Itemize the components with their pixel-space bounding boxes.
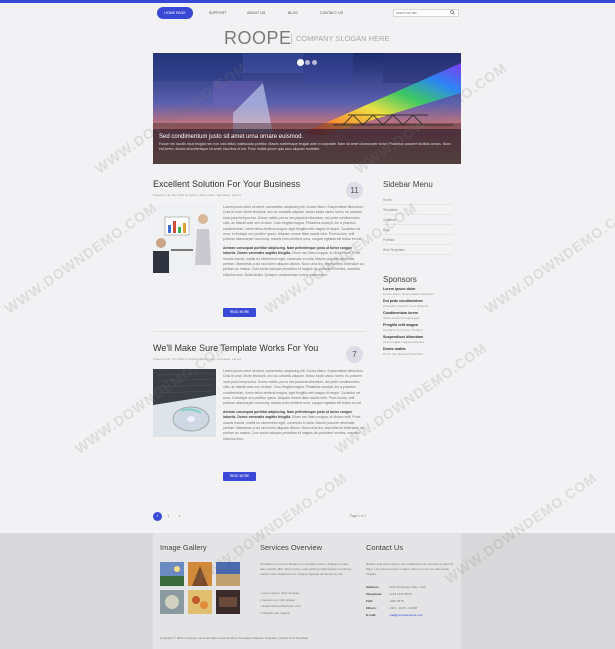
page-info: Page 1 of 2 [349,514,366,518]
sidebar-item-home[interactable]: Home [383,195,453,205]
business-people-image [153,205,216,273]
gallery-thumb[interactable] [188,590,212,614]
read-more-button[interactable]: READ MORE [223,472,256,481]
sponsor-name[interactable]: Lorem ipsum dolor [383,287,453,291]
page-link-1[interactable]: 1 [153,512,162,521]
top-accent-bar [0,0,615,3]
sponsor-desc: Purus nec placerat bibendum [383,352,424,356]
post-meta: Posted on 07 July 2012 by Admin | Filed … [153,357,241,361]
contact-others: Others: +301 - 0125 - 01258 [366,606,417,610]
post-image-laptop [153,369,216,437]
post-excerpt: Lorem ipsum dolor sit amet, consectetur … [223,369,366,442]
post-excerpt-text: Lorem ipsum dolor sit amet, consectetur … [223,205,364,242]
footer-content: Image Gallery Services Overview Curabitu… [153,533,461,649]
sidebar-item-web-templates[interactable]: Web Templates [383,245,453,255]
sponsor-name[interactable]: Suspendisse bibendum [383,335,453,339]
search-box [393,9,459,17]
slider-caption-title: Sed condimentum justo sit amet urna orna… [159,134,304,140]
sponsor-desc: Tellus eleifend magna eget [383,316,420,320]
sidebar-item-portfolio[interactable]: Portfolio [383,235,453,245]
site-slogan: COMPANY SLOGAN HERE [291,34,390,44]
sponsor-desc: Donec libero. Suspendisse bibendum [383,292,435,296]
sponsor-desc: Cras fringilla magna phasellus [383,340,425,344]
watermark: WWW.DOWNDEMO.COM [1,199,160,317]
sponsor-desc: Curabitur vel urna in tristique [383,328,423,332]
pagination: 1 2 » Page 1 of 2 [153,512,366,521]
read-more-button[interactable]: READ MORE [223,308,256,317]
sidebar-title: Sidebar Menu [383,180,433,189]
sidebar-menu: Home Templates Solutions Blog Portfolio … [383,195,453,255]
sponsors-list: Lorem ipsum dolor Donec libero. Suspendi… [383,287,453,356]
page-link-2[interactable]: 2 [164,512,173,521]
nav-link-support[interactable]: SUPPORT [209,7,226,19]
contact-fax: FAX: +458 4578 [366,599,404,603]
gallery-image [188,562,212,586]
post-image-business [153,205,216,273]
sponsors-title: Sponsors [383,275,417,284]
gallery-thumb[interactable] [216,590,240,614]
slider-pagination [298,60,319,66]
site-logo[interactable]: ROOPE [224,28,292,49]
hero-slider: Sed condimentum justo sit amet urna orna… [153,53,461,164]
nav-link-contact[interactable]: CONTACT US [320,7,343,19]
post-date-badge: 11 [346,182,363,199]
gallery-thumb[interactable] [216,562,240,586]
post-date-badge: 7 [346,346,363,363]
post-excerpt: Lorem ipsum dolor sit amet, consectetur … [223,205,366,278]
blog-post: Excellent Solution For Your Business Pos… [153,179,366,319]
sidebar-item-blog[interactable]: Blog [383,225,453,235]
blog-post: We'll Make Sure Template Works For You P… [153,343,366,483]
watermark: WWW.DOWNDEMO.COM [481,199,615,317]
slider-dot[interactable] [298,60,303,65]
contact-title: Contact Us [366,543,404,552]
contact-address: Address: 1234 Templates Way, USA [366,585,426,589]
sponsor-desc: Phasellus suscipit, leo a pharetra [383,304,429,308]
post-divider [153,331,366,332]
slider-caption: Sed condimentum justo sit amet urna orna… [153,129,461,164]
contact-email[interactable]: E-mail: mail@yoursitename.com [366,613,423,617]
sponsor-name[interactable]: Condimentum lorem [383,311,453,315]
search-icon[interactable] [450,10,455,15]
sponsor-name[interactable]: Donec mattis [383,347,453,351]
footer: Image Gallery Services Overview Curabitu… [0,533,615,649]
gallery-image [160,562,184,586]
main-navigation: HOME PAGE SUPPORT ABOUT US BLOG CONTACT … [157,7,462,20]
services-list: • Lorem ipsum dolor sit amet • Aenean ne… [260,590,354,616]
gallery-image [216,562,240,586]
services-title: Services Overview [260,543,323,552]
gallery-thumb[interactable] [188,562,212,586]
slider-dot[interactable] [305,60,310,65]
sponsor-name[interactable]: Dui pede condimentum [383,299,453,303]
search-input[interactable] [396,10,448,16]
sponsor-name[interactable]: Fringilla velit magna [383,323,453,327]
slider-dot[interactable] [312,60,317,65]
gallery-image [188,590,212,614]
post-title[interactable]: We'll Make Sure Template Works For You [153,343,366,353]
sidebar-item-templates[interactable]: Templates [383,205,453,215]
nav-home-button[interactable]: HOME PAGE [157,7,193,19]
contact-telephone: Telephone: +123 1234 5678 [366,592,412,596]
gallery-thumb[interactable] [160,562,184,586]
sidebar: Sidebar Menu Home Templates Solutions Bl… [383,180,453,356]
services-list-item[interactable]: • Fringilla velit magna [260,610,354,617]
services-text: Curabitur vel urna in tristique orci por… [260,562,352,576]
copyright-text: Copyright © 2012 Company name All rights… [160,636,309,640]
gallery-title: Image Gallery [160,543,207,552]
slider-caption-text: Fusce nec iaculis risus feugiat nec non … [159,142,452,151]
post-excerpt-text: Lorem ipsum dolor sit amet, consectetur … [223,369,364,406]
nav-link-blog[interactable]: BLOG [288,7,298,19]
contact-text: Nullam quis lorem ipsum nec vestibulum e… [366,562,454,576]
gallery-image [160,590,184,614]
post-meta: Posted on 11 July 2012 by Admin | Filed … [153,193,241,197]
sidebar-item-solutions[interactable]: Solutions [383,215,453,225]
gallery-image [216,590,240,614]
nav-link-about[interactable]: ABOUT US [247,7,265,19]
laptop-disc-image [153,369,216,437]
gallery-thumb[interactable] [160,590,184,614]
page-next-button[interactable]: » [175,512,184,521]
post-title[interactable]: Excellent Solution For Your Business [153,179,366,189]
